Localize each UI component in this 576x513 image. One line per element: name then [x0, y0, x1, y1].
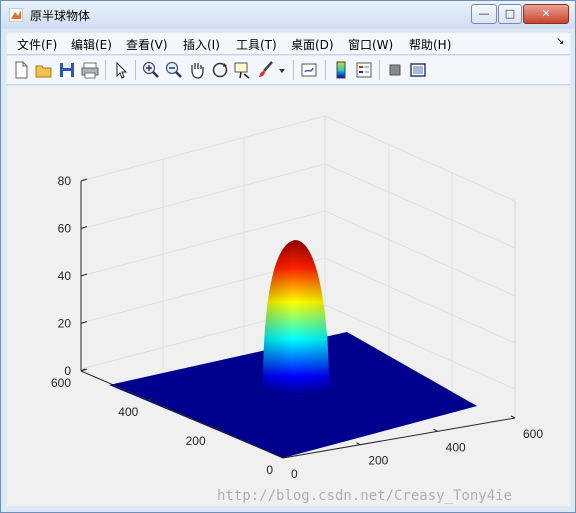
y-tick-label: 200: [186, 434, 206, 448]
zoom-in-icon[interactable]: [141, 60, 161, 80]
maximize-button[interactable]: □: [498, 4, 522, 24]
title-bar[interactable]: 原半球物体 — □ ✕: [1, 1, 575, 29]
pan-hand-icon[interactable]: [187, 60, 207, 80]
y-tick-label: 0: [266, 463, 273, 477]
menu-edit[interactable]: 编辑(E): [71, 36, 112, 53]
menu-desktop[interactable]: 桌面(D): [291, 36, 334, 53]
save-icon[interactable]: [57, 60, 77, 80]
menu-help[interactable]: 帮助(H): [409, 36, 451, 53]
rotate-3d-icon[interactable]: [210, 60, 230, 80]
toolbar-separator: [105, 60, 106, 80]
menu-view[interactable]: 查看(V): [126, 36, 168, 53]
tick-mark: [510, 415, 516, 419]
surface-plot[interactable]: 020406080 0200400600 0200400600 http://b…: [7, 86, 570, 506]
hide-plot-tools-icon[interactable]: [385, 60, 405, 80]
x-tick-label: 200: [368, 454, 388, 468]
x-tick-label: 600: [523, 427, 543, 441]
show-plot-tools-icon[interactable]: [408, 60, 428, 80]
toolbar-separator: [135, 60, 136, 80]
link-plot-icon[interactable]: [299, 60, 319, 80]
brush-dropdown-icon[interactable]: [277, 60, 287, 80]
menu-insert[interactable]: 插入(I): [183, 36, 220, 53]
y-tick-label: 600: [51, 376, 71, 390]
menu-window[interactable]: 窗口(W): [348, 36, 393, 53]
print-icon[interactable]: [80, 60, 100, 80]
close-button[interactable]: ✕: [523, 4, 569, 24]
dock-arrow-icon[interactable]: ↘: [556, 36, 564, 47]
new-figure-icon[interactable]: [11, 60, 31, 80]
open-icon[interactable]: [34, 60, 54, 80]
colorbar-icon[interactable]: [331, 60, 351, 80]
figure-canvas: 0 20 40 60 80 0 200 400 600 0 200 400 600 http://b…: [7, 86, 570, 506]
figure-window: 原半球物体 — □ ✕ 文件(F) 编辑(E) 查看(V) 插入(I) 工具(T…: [0, 0, 576, 513]
matlab-app-icon: [9, 8, 23, 22]
pointer-icon[interactable]: [111, 60, 131, 80]
z-tick-label: 20: [58, 317, 72, 331]
z-tick-label: 60: [58, 222, 72, 236]
legend-icon[interactable]: [354, 60, 374, 80]
x-tick-label: 0: [291, 467, 298, 481]
tick-mark: [433, 428, 438, 432]
z-tick-label: 80: [58, 174, 72, 188]
watermark: http://blog.csdn.net/Creasy_Tony4ie: [217, 488, 512, 504]
tick-mark: [356, 442, 361, 446]
data-cursor-icon[interactable]: [233, 60, 253, 80]
z-tick-label: 40: [58, 269, 72, 283]
menu-bar: 文件(F) 编辑(E) 查看(V) 插入(I) 工具(T) 桌面(D) 窗口(W…: [7, 33, 570, 55]
toolbar-separator: [325, 60, 326, 80]
figure-toolbar: [7, 56, 570, 85]
window-title: 原半球物体: [30, 9, 91, 23]
minimize-button[interactable]: —: [471, 4, 497, 24]
x-tick-label: 400: [446, 440, 466, 454]
toolbar-separator: [379, 60, 380, 80]
zoom-out-icon[interactable]: [164, 60, 184, 80]
toolbar-separator: [293, 60, 294, 80]
dome-surface: [263, 240, 330, 397]
y-tick-label: 400: [118, 405, 138, 419]
brush-icon[interactable]: [256, 60, 276, 80]
menu-file[interactable]: 文件(F): [17, 36, 57, 53]
menu-tools[interactable]: 工具(T): [236, 36, 277, 53]
